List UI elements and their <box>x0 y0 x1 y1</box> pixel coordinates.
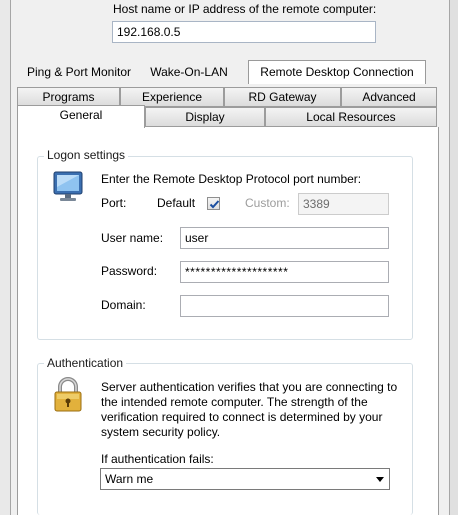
auth-description-line-4: system security policy. <box>101 425 221 439</box>
username-label: User name: <box>101 231 164 245</box>
checkmark-icon <box>209 200 220 209</box>
domain-label: Domain: <box>101 298 146 312</box>
default-checkbox[interactable] <box>207 197 220 210</box>
port-description: Enter the Remote Desktop Protocol port n… <box>101 172 362 186</box>
logon-settings-title: Logon settings <box>44 148 129 162</box>
username-input[interactable]: user <box>180 227 389 249</box>
padlock-icon <box>51 377 85 413</box>
auth-description-line-3: verification required to connect is dete… <box>101 410 383 424</box>
tab-wake-on-lan[interactable]: Wake-On-LAN <box>142 60 236 84</box>
auth-description-line-2: the intended remote computer. The streng… <box>101 395 368 409</box>
tab-rd-gateway[interactable]: RD Gateway <box>224 87 341 107</box>
tab-experience[interactable]: Experience <box>120 87 224 107</box>
host-input[interactable]: 192.168.0.5 <box>112 21 376 43</box>
custom-label: Custom: <box>245 196 290 210</box>
password-label: Password: <box>101 264 158 278</box>
default-label: Default <box>157 196 196 210</box>
auth-fail-label: If authentication fails: <box>101 452 214 466</box>
auth-description-line-1: Server authentication verifies that you … <box>101 380 398 394</box>
chevron-down-icon <box>376 477 384 482</box>
tab-general[interactable]: General <box>17 105 145 128</box>
tab-advanced[interactable]: Advanced <box>341 87 437 107</box>
custom-port-input[interactable]: 3389 <box>298 193 389 215</box>
auth-fail-select[interactable]: Warn me <box>100 468 390 490</box>
domain-input[interactable] <box>180 295 389 317</box>
tab-display[interactable]: Display <box>145 107 265 127</box>
tab-ping-port-monitor[interactable]: Ping & Port Monitor <box>22 60 136 84</box>
host-label: Host name or IP address of the remote co… <box>113 2 377 16</box>
tab-remote-desktop-connection[interactable]: Remote Desktop Connection <box>248 60 426 84</box>
tab-programs[interactable]: Programs <box>17 87 120 107</box>
tab-local-resources[interactable]: Local Resources <box>265 107 437 127</box>
port-label: Port: <box>101 196 127 210</box>
monitor-icon <box>52 170 86 204</box>
authentication-title: Authentication <box>44 356 127 370</box>
password-input[interactable]: ******************** <box>180 261 389 283</box>
auth-fail-selected-value: Warn me <box>105 472 154 486</box>
